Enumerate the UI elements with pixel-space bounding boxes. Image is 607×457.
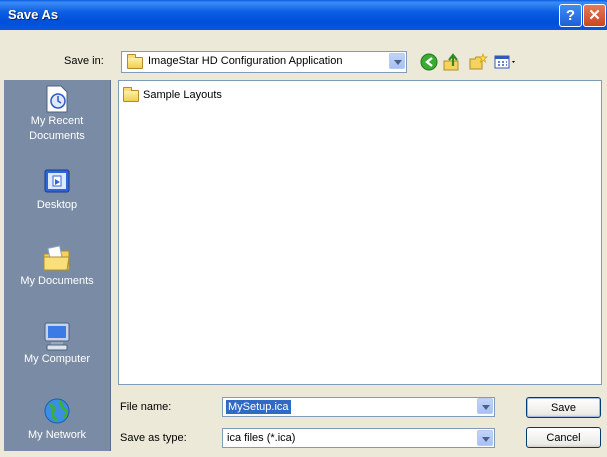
help-button[interactable]: ? bbox=[559, 4, 582, 27]
my-network-icon bbox=[41, 396, 73, 428]
list-item-label: Sample Layouts bbox=[143, 89, 222, 101]
places-item-my-computer[interactable]: My Computer bbox=[4, 320, 110, 367]
places-label: My Recent Documents bbox=[29, 115, 85, 142]
recent-documents-icon bbox=[41, 82, 73, 114]
file-name-dropdown[interactable] bbox=[476, 397, 494, 415]
chevron-down-icon[interactable] bbox=[389, 53, 405, 69]
file-name-input[interactable]: MySetup.ica bbox=[222, 397, 495, 417]
save-as-type-label: Save as type: bbox=[120, 432, 187, 444]
my-computer-icon bbox=[41, 320, 73, 352]
places-item-my-network[interactable]: My Network bbox=[4, 396, 110, 443]
places-item-my-recent-documents[interactable]: My Recent Documents bbox=[4, 82, 110, 144]
places-label: Desktop bbox=[36, 199, 78, 211]
back-icon[interactable] bbox=[419, 52, 439, 72]
save-in-value: ImageStar HD Configuration Application bbox=[148, 55, 343, 67]
new-folder-icon[interactable] bbox=[468, 52, 488, 72]
places-label: My Network bbox=[27, 429, 87, 441]
my-documents-icon bbox=[41, 242, 73, 274]
file-list[interactable]: Sample Layouts bbox=[118, 80, 602, 385]
up-folder-icon[interactable] bbox=[442, 52, 462, 72]
chevron-down-icon[interactable] bbox=[477, 398, 493, 414]
places-label: My Documents bbox=[20, 275, 94, 287]
cancel-button[interactable]: Cancel bbox=[526, 427, 601, 448]
save-in-dropdown[interactable]: ImageStar HD Configuration Application bbox=[121, 51, 407, 73]
save-button[interactable]: Save bbox=[526, 397, 601, 418]
save-as-dialog: Save As ? ✕ Save in: ImageStar HD Config… bbox=[0, 0, 607, 457]
window-title: Save As bbox=[8, 7, 59, 22]
save-as-type-dropdown[interactable]: ica files (*.ica) bbox=[222, 428, 495, 448]
chevron-down-icon[interactable] bbox=[477, 430, 493, 446]
file-name-value: MySetup.ica bbox=[226, 400, 291, 414]
title-bar[interactable]: Save As ? ✕ bbox=[0, 0, 607, 30]
file-name-label: File name: bbox=[120, 401, 172, 413]
save-in-label: Save in: bbox=[64, 55, 104, 67]
places-label: My Computer bbox=[23, 353, 91, 365]
places-item-my-documents[interactable]: My Documents bbox=[4, 242, 110, 289]
save-as-type-value: ica files (*.ica) bbox=[227, 432, 296, 444]
close-button[interactable]: ✕ bbox=[583, 4, 606, 27]
places-item-desktop[interactable]: Desktop bbox=[4, 166, 110, 213]
desktop-icon bbox=[41, 166, 73, 198]
folder-icon bbox=[123, 87, 139, 102]
folder-icon bbox=[127, 54, 143, 69]
places-bar: My Recent Documents Desktop My Documents… bbox=[4, 80, 111, 451]
views-menu-icon[interactable] bbox=[493, 52, 519, 72]
